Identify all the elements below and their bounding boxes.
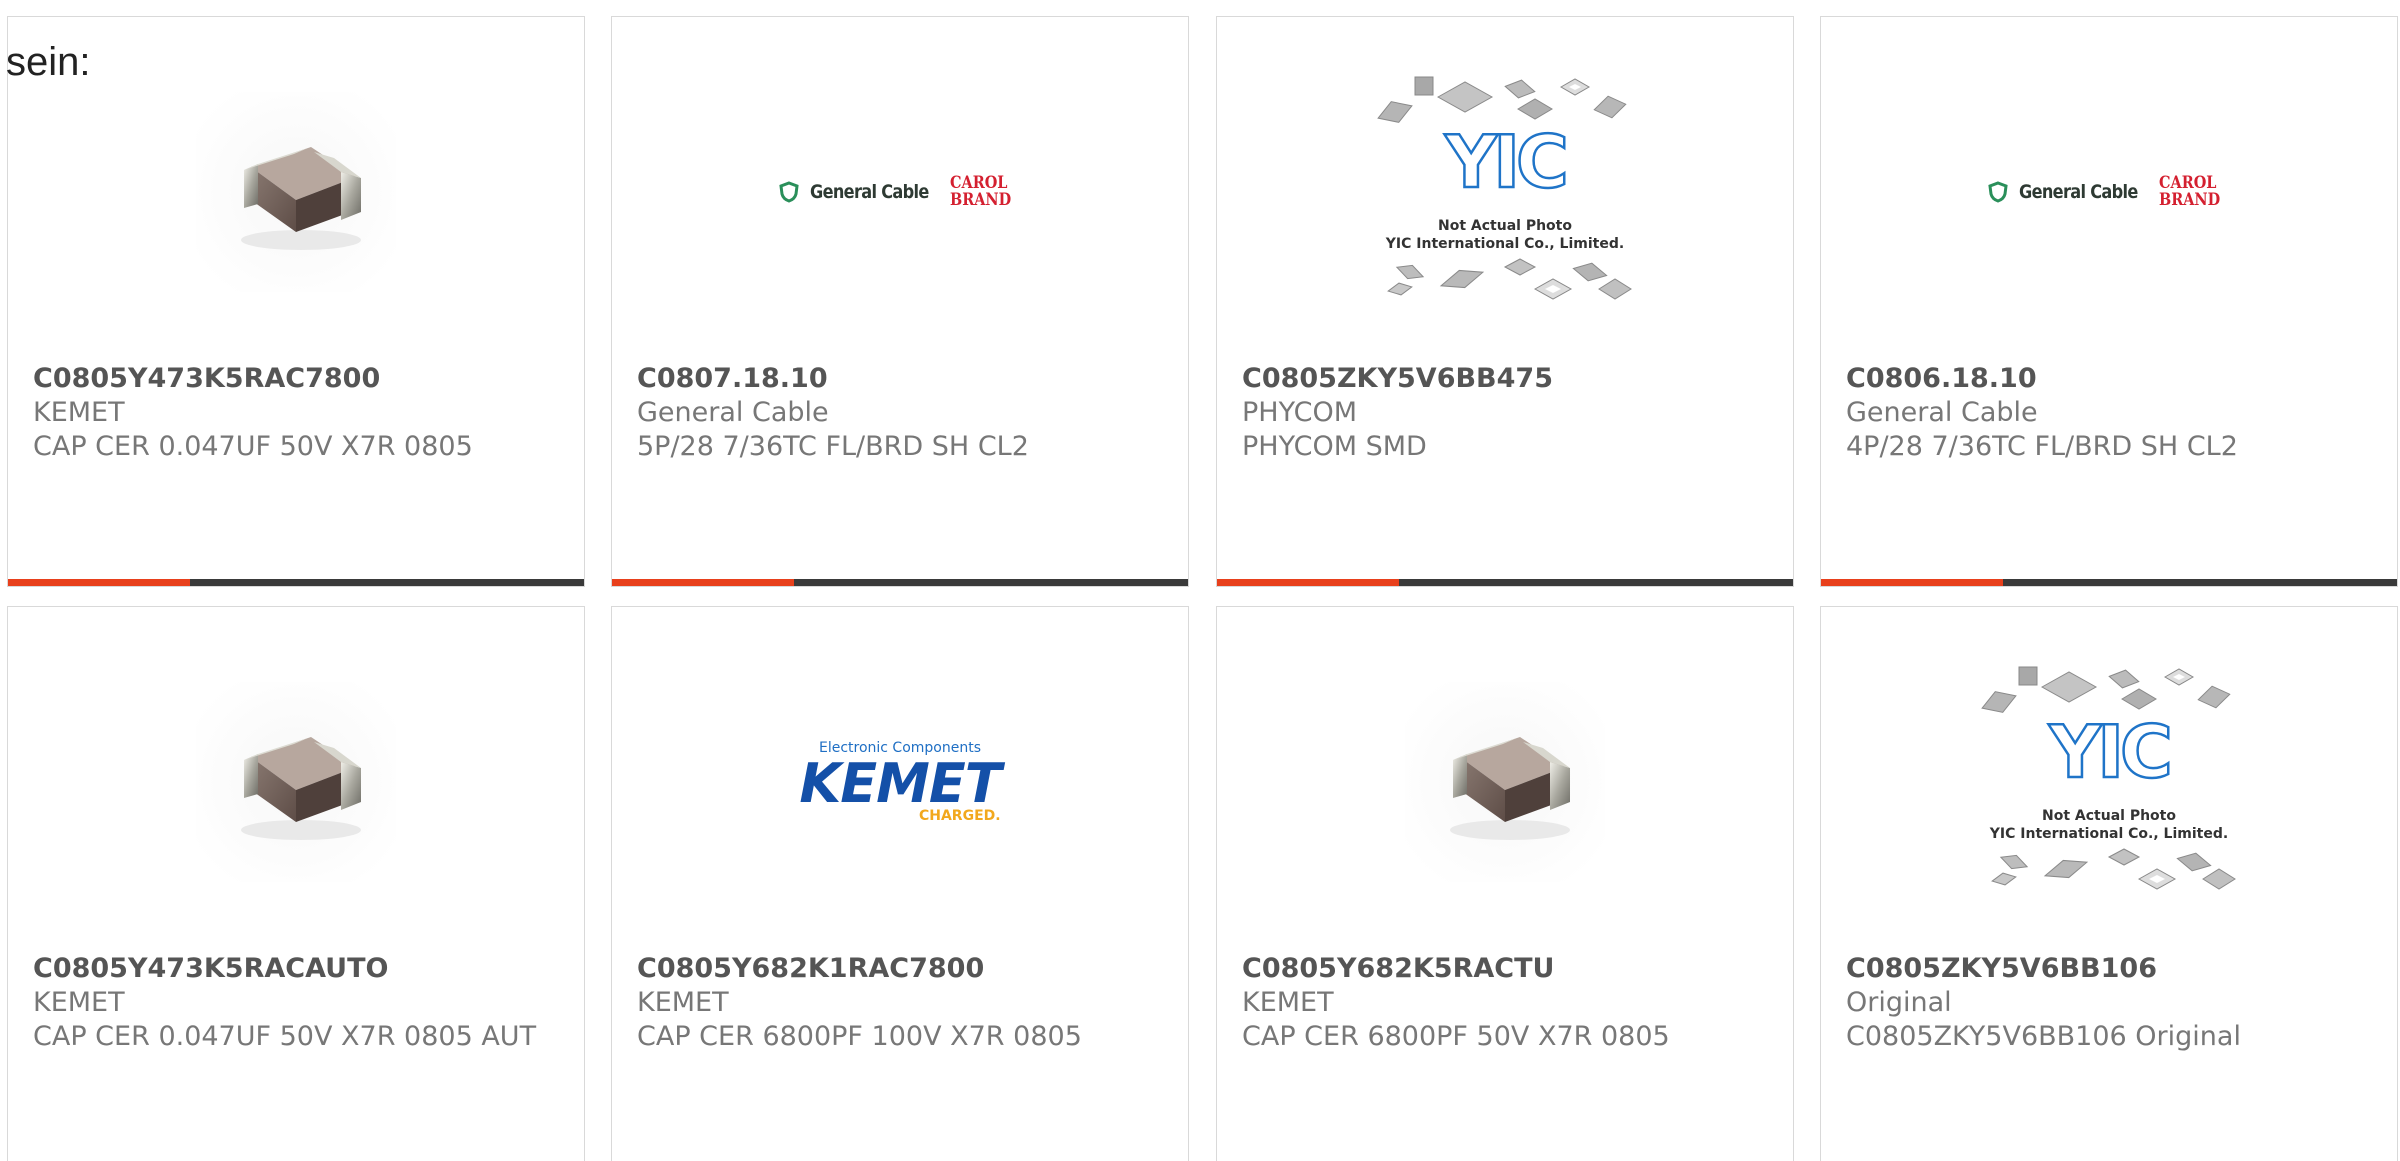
product-card[interactable]: C0805Y682K5RACTU KEMET CAP CER 6800PF 50… [1216,606,1794,1161]
part-number[interactable]: C0805ZKY5V6BB475 [1242,362,1773,396]
product-info: C0805Y682K5RACTU KEMET CAP CER 6800PF 50… [1242,952,1773,1054]
product-info: C0805Y682K1RAC7800 KEMET CAP CER 6800PF … [637,952,1168,1054]
product-info: C0806.18.10 General Cable 4P/28 7/36TC F… [1846,362,2377,464]
product-description: CAP CER 0.047UF 50V X7R 0805 [33,431,473,462]
product-card[interactable]: General Cable CAROL BRAND C0807.18.10 Ge… [611,16,1189,587]
product-info: C0805ZKY5V6BB106 Original C0805ZKY5V6BB1… [1846,952,2377,1054]
product-grid-page: sein: C0805Y473K5RAC7800 KEMET CAP CER 0… [0,0,2400,1161]
part-number[interactable]: C0805ZKY5V6BB106 [1846,952,2377,986]
product-info: C0807.18.10 General Cable 5P/28 7/36TC F… [637,362,1168,464]
product-image[interactable]: Electronic Components KEMET CHARGED. [612,647,1188,917]
part-number[interactable]: C0805Y473K5RAC7800 [33,362,564,396]
part-number[interactable]: C0805Y682K5RACTU [1242,952,1773,986]
card-progress-bar [612,579,1188,586]
product-description: CAP CER 6800PF 100V X7R 0805 [637,1021,1082,1052]
part-number[interactable]: C0807.18.10 [637,362,1168,396]
intro-text: sein: [6,40,91,84]
general-cable-logo: General Cable CAROL BRAND [1987,175,2231,209]
card-progress-fill [8,579,191,586]
product-image[interactable]: General Cable CAROL BRAND [1821,57,2397,327]
capacitor-chip-image [196,682,396,882]
product-image[interactable] [1217,647,1793,917]
manufacturer: PHYCOM [1242,397,1358,428]
card-progress-fill [1217,579,1400,586]
product-info: C0805Y473K5RACAUTO KEMET CAP CER 0.047UF… [33,952,564,1054]
kemet-logo: Electronic Components KEMET CHARGED. [799,741,1001,824]
product-description: 4P/28 7/36TC FL/BRD SH CL2 [1846,431,2238,462]
yic-caption-line-1: Not Actual Photo [1438,218,1572,234]
part-number[interactable]: C0806.18.10 [1846,362,2377,396]
product-card[interactable]: C0805Y473K5RACAUTO KEMET CAP CER 0.047UF… [7,606,585,1161]
manufacturer: KEMET [637,987,729,1018]
card-progress-fill [1821,579,2004,586]
product-description: 5P/28 7/36TC FL/BRD SH CL2 [637,431,1029,462]
manufacturer: Original [1846,987,1952,1018]
product-image[interactable]: YIC Not Actual Photo YIC International C… [1821,647,2397,917]
product-image[interactable]: YIC Not Actual Photo YIC International C… [1217,57,1793,327]
manufacturer: KEMET [1242,987,1334,1018]
general-cable-logo-text: General Cable [810,181,929,203]
manufacturer: General Cable [1846,397,2038,428]
capacitor-chip-image [196,92,396,292]
product-description: CAP CER 6800PF 50V X7R 0805 [1242,1021,1670,1052]
product-image[interactable] [8,57,584,327]
manufacturer: KEMET [33,987,125,1018]
product-card[interactable]: Electronic Components KEMET CHARGED. C08… [611,606,1189,1161]
product-image[interactable] [8,647,584,917]
yic-placeholder-image: YIC Not Actual Photo YIC International C… [1370,67,1640,317]
card-progress-fill [612,579,795,586]
general-cable-shield-icon [779,181,799,203]
general-cable-logo-text: General Cable [2019,181,2138,203]
product-description: PHYCOM SMD [1242,431,1427,462]
general-cable-logo: General Cable CAROL BRAND [778,175,1022,209]
capacitor-chip-image [1405,682,1605,882]
kemet-logo-wordmark: KEMET [799,752,1001,815]
product-card[interactable]: General Cable CAROL BRAND C0806.18.10 Ge… [1820,16,2398,587]
card-progress-bar [1821,579,2397,586]
svg-text:YIC: YIC [1444,120,1565,204]
manufacturer: KEMET [33,397,125,428]
product-info: C0805ZKY5V6BB475 PHYCOM PHYCOM SMD [1242,362,1773,464]
kemet-logo-slogan: CHARGED. [918,808,1001,824]
manufacturer: General Cable [637,397,829,428]
card-progress-bar [1217,579,1793,586]
product-card[interactable]: C0805Y473K5RAC7800 KEMET CAP CER 0.047UF… [7,16,585,587]
carol-brand-logo: CAROL BRAND [949,173,1011,210]
product-image[interactable]: General Cable CAROL BRAND [612,57,1188,327]
product-card[interactable]: YIC Not Actual Photo YIC International C… [1820,606,2398,1161]
yic-caption-line-2: YIC International Co., Limited. [1385,236,1625,252]
yic-caption-line-1: Not Actual Photo [2042,808,2176,824]
part-number[interactable]: C0805Y682K1RAC7800 [637,952,1168,986]
svg-text:YIC: YIC [2048,710,2169,794]
carol-brand-logo: CAROL BRAND [2158,173,2220,210]
yic-caption-line-2: YIC International Co., Limited. [1989,826,2229,842]
product-description: CAP CER 0.047UF 50V X7R 0805 AUT [33,1021,537,1052]
part-number[interactable]: C0805Y473K5RACAUTO [33,952,564,986]
product-description: C0805ZKY5V6BB106 Original [1846,1021,2241,1052]
product-card[interactable]: YIC Not Actual Photo YIC International C… [1216,16,1794,587]
yic-placeholder-image: YIC Not Actual Photo YIC International C… [1974,657,2244,907]
general-cable-shield-icon [1988,181,2008,203]
card-progress-bar [8,579,584,586]
product-info: C0805Y473K5RAC7800 KEMET CAP CER 0.047UF… [33,362,564,464]
